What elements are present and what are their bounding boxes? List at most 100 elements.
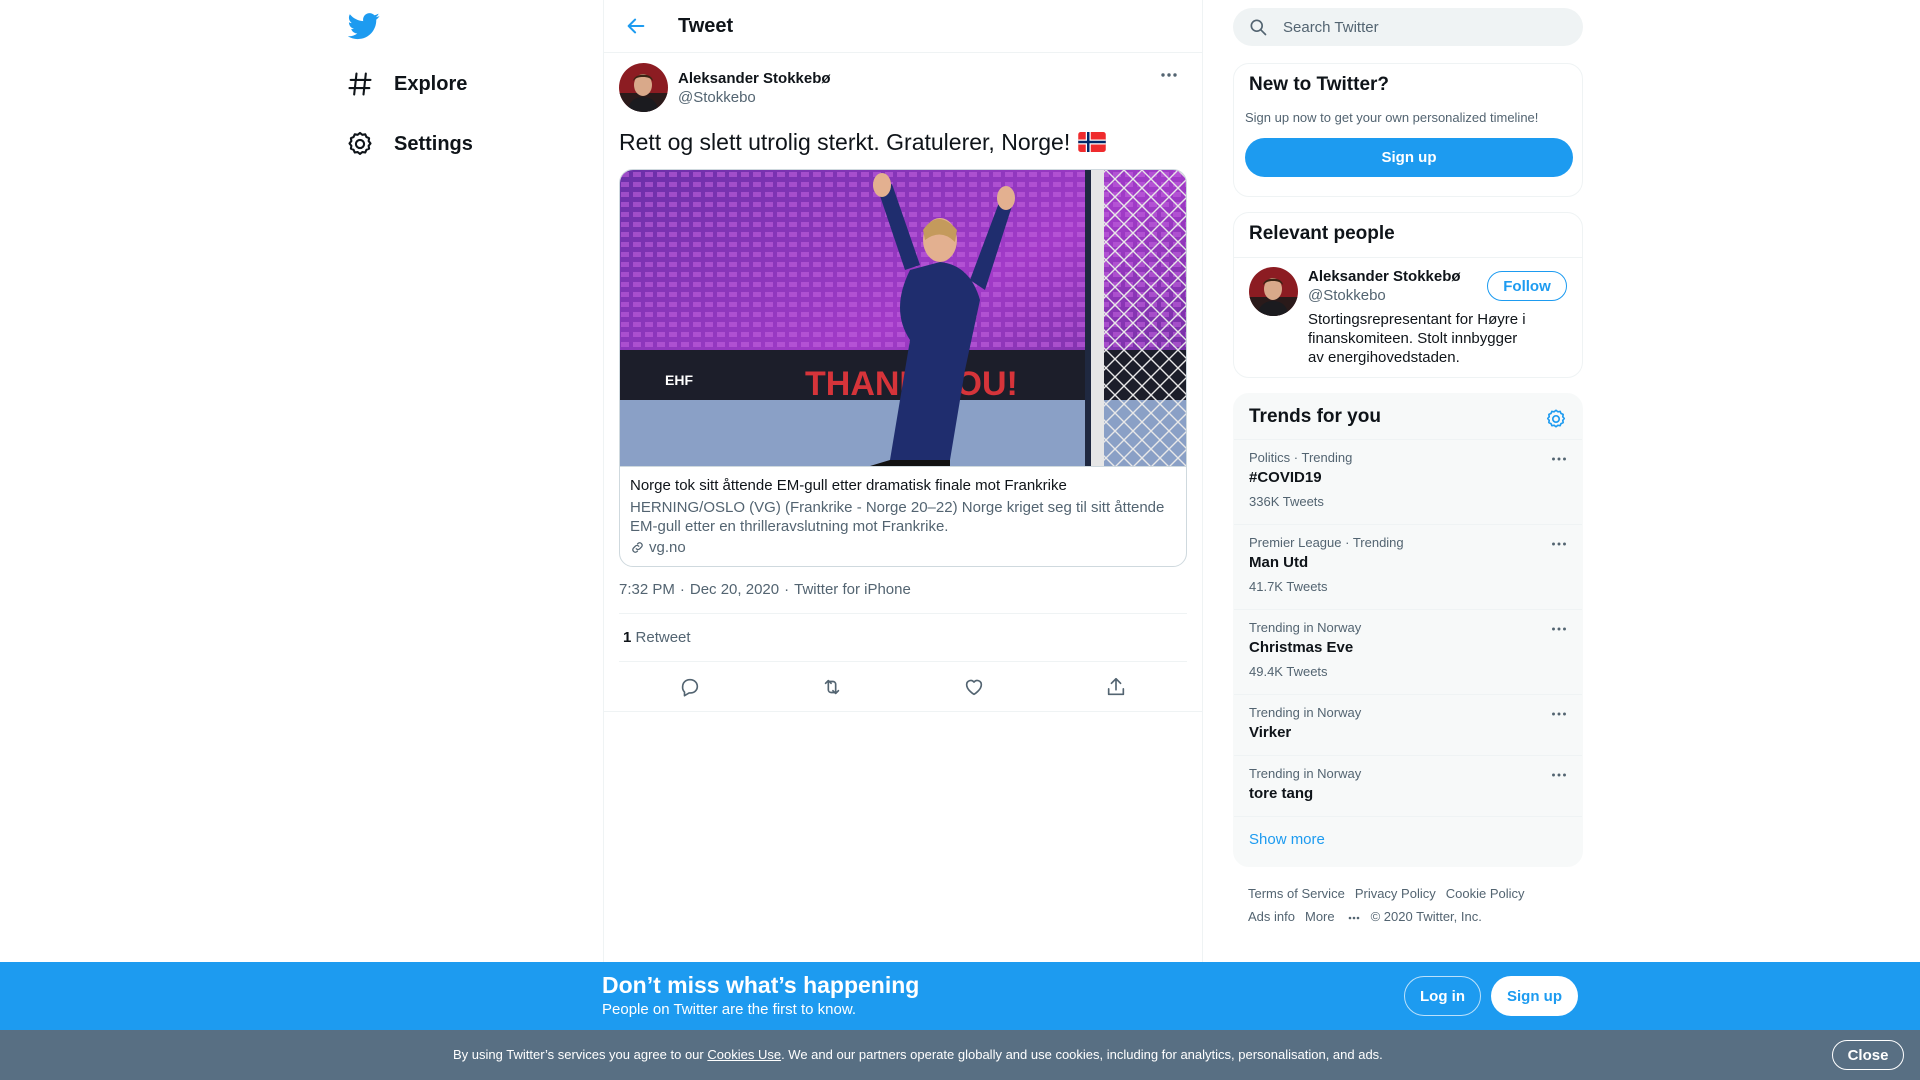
person-avatar[interactable] (1249, 267, 1298, 316)
trends-settings-gear-icon[interactable] (1545, 408, 1567, 430)
trend-name: Christmas Eve (1249, 639, 1354, 656)
banner-signup-button[interactable]: Sign up (1491, 976, 1578, 1016)
author-avatar[interactable] (619, 63, 668, 112)
trend-more-icon[interactable] (1548, 618, 1570, 640)
trend-item[interactable]: Premier League · Trending Man Utd 41.7K … (1234, 525, 1582, 610)
svg-text:EHF: EHF (665, 372, 693, 388)
tweet-text-body: Rett og slett utrolig sterkt. Gratulerer… (619, 129, 1071, 155)
trends-panel: Trends for you Politics · Trending #COVI… (1233, 393, 1583, 867)
login-button[interactable]: Log in (1404, 976, 1481, 1016)
trend-name: #COVID19 (1249, 469, 1322, 486)
author-name[interactable]: Aleksander Stokkebø (678, 69, 831, 88)
twitter-logo-icon[interactable] (348, 10, 388, 44)
new-to-twitter-panel: New to Twitter? Sign up now to get your … (1233, 63, 1583, 197)
show-more-link[interactable]: Show more (1234, 817, 1582, 862)
card-title: Norge tok sitt åttende EM-gull etter dra… (630, 477, 1067, 494)
separator-dot: · (784, 581, 790, 598)
nav-explore[interactable]: Explore (346, 59, 467, 109)
nav-settings-label: Settings (394, 132, 473, 155)
link-card[interactable]: THANK YOU! EHF Norge tok sitt åttende EM… (619, 169, 1187, 567)
trend-name: tore tang (1249, 785, 1314, 802)
search-icon (1248, 17, 1268, 37)
trend-context: Trending in Norway (1249, 766, 1362, 781)
nav-settings[interactable]: Settings (346, 119, 473, 169)
card-domain-text: vg.no (649, 539, 686, 556)
relevant-person[interactable]: Aleksander Stokkebø @Stokkebo Stortingsr… (1234, 258, 1582, 376)
trend-name: Man Utd (1249, 554, 1309, 571)
cookie-banner: By using Twitter’s services you agree to… (0, 1030, 1920, 1080)
tweet-column: Tweet Aleksander Stokkebø @Stokkebo Rett… (603, 0, 1203, 962)
tweet-source[interactable]: Twitter for iPhone (794, 581, 911, 598)
sidebar-signup-button[interactable]: Sign up (1245, 138, 1573, 177)
retweet-count: 1 (623, 629, 632, 646)
tweet: Aleksander Stokkebø @Stokkebo Rett og sl… (604, 53, 1202, 712)
trend-item[interactable]: Trending in Norway tore tang (1234, 756, 1582, 817)
cookie-close-button[interactable]: Close (1832, 1040, 1904, 1070)
trends-title: Trends for you (1249, 406, 1381, 427)
search-input[interactable] (1283, 18, 1553, 36)
trend-more-icon[interactable] (1548, 448, 1570, 470)
hashtag-icon (346, 70, 374, 98)
terms-link[interactable]: Terms of Service (1248, 882, 1345, 905)
norway-flag-icon (1078, 132, 1106, 152)
relevant-people-panel: Relevant people Aleksander Stokkebø @Sto… (1233, 212, 1583, 378)
banner-subtitle: People on Twitter are the first to know. (602, 1001, 857, 1018)
trend-count: 41.7K Tweets (1249, 579, 1328, 594)
more-link-label: More (1304, 909, 1335, 924)
back-arrow-icon[interactable] (619, 9, 653, 43)
like-heart-icon[interactable] (956, 669, 992, 705)
share-icon[interactable] (1098, 669, 1134, 705)
trend-item[interactable]: Trending in Norway Virker (1234, 695, 1582, 756)
retweet-icon[interactable] (814, 669, 850, 705)
trend-context: Trending in Norway (1249, 620, 1362, 635)
author-handle[interactable]: @Stokkebo (678, 88, 831, 107)
cookie-policy-link[interactable]: Cookie Policy (1446, 882, 1525, 905)
cookie-prefix: By using Twitter’s services you agree to… (453, 1047, 704, 1062)
more-options-icon[interactable] (1157, 63, 1181, 87)
retweet-stats[interactable]: 1 Retweet (619, 614, 1187, 662)
trend-more-icon[interactable] (1548, 703, 1570, 725)
trend-count: 336K Tweets (1249, 494, 1324, 509)
tweet-date[interactable]: Dec 20, 2020 (690, 581, 779, 598)
banner-title: Don’t miss what’s happening (602, 972, 920, 998)
nav-explore-label: Explore (394, 72, 468, 95)
new-to-twitter-subtitle: Sign up now to get your own personalized… (1245, 110, 1539, 125)
retweet-label: Retweet (635, 629, 691, 646)
tweet-actions (604, 662, 1202, 712)
tweet-header: Tweet (604, 0, 1202, 53)
more-dots-icon (1348, 916, 1359, 919)
cookie-text: By using Twitter’s services you agree to… (453, 1047, 1383, 1062)
more-link[interactable]: More (1305, 905, 1361, 928)
link-icon (630, 540, 645, 555)
separator-dot: · (679, 581, 685, 598)
card-image: THANK YOU! EHF (620, 170, 1186, 466)
trend-more-icon[interactable] (1548, 533, 1570, 555)
follow-button[interactable]: Follow (1487, 271, 1567, 301)
page-title: Tweet (678, 14, 734, 37)
trend-name: Virker (1249, 724, 1292, 741)
trend-context: Politics · Trending (1249, 450, 1353, 465)
privacy-link[interactable]: Privacy Policy (1355, 882, 1436, 905)
trend-item[interactable]: Politics · Trending #COVID19 336K Tweets (1234, 440, 1582, 525)
tweet-text: Rett og slett utrolig sterkt. Gratulerer… (619, 127, 1187, 157)
ads-info-link[interactable]: Ads info (1248, 905, 1295, 928)
footer-links: Terms of Service Privacy Policy Cookie P… (1248, 882, 1578, 928)
tweet-author: Aleksander Stokkebø @Stokkebo (619, 53, 1187, 112)
copyright: © 2020 Twitter, Inc. (1370, 909, 1482, 924)
cookies-use-link[interactable]: Cookies Use (707, 1047, 781, 1062)
trend-more-icon[interactable] (1548, 764, 1570, 786)
trend-item[interactable]: Trending in Norway Christmas Eve 49.4K T… (1234, 610, 1582, 695)
relevant-people-title: Relevant people (1249, 223, 1395, 244)
new-to-twitter-title: New to Twitter? (1249, 74, 1390, 95)
tweet-time[interactable]: 7:32 PM (619, 581, 675, 598)
reply-icon[interactable] (672, 669, 708, 705)
card-domain: vg.no (630, 539, 1176, 556)
cookie-suffix: . We and our partners operate globally a… (781, 1047, 1383, 1062)
gear-icon (346, 130, 374, 158)
search-bar[interactable] (1233, 8, 1583, 46)
card-description: HERNING/OSLO (VG) (Frankrike - Norge 20–… (630, 499, 1165, 535)
person-bio: Stortingsrepresentant for Høyre i finans… (1308, 311, 1526, 366)
tweet-timestamp: 7:32 PM · Dec 20, 2020 · Twitter for iPh… (619, 581, 1187, 614)
trend-count: 49.4K Tweets (1249, 664, 1328, 679)
trend-context: Trending in Norway (1249, 705, 1362, 720)
